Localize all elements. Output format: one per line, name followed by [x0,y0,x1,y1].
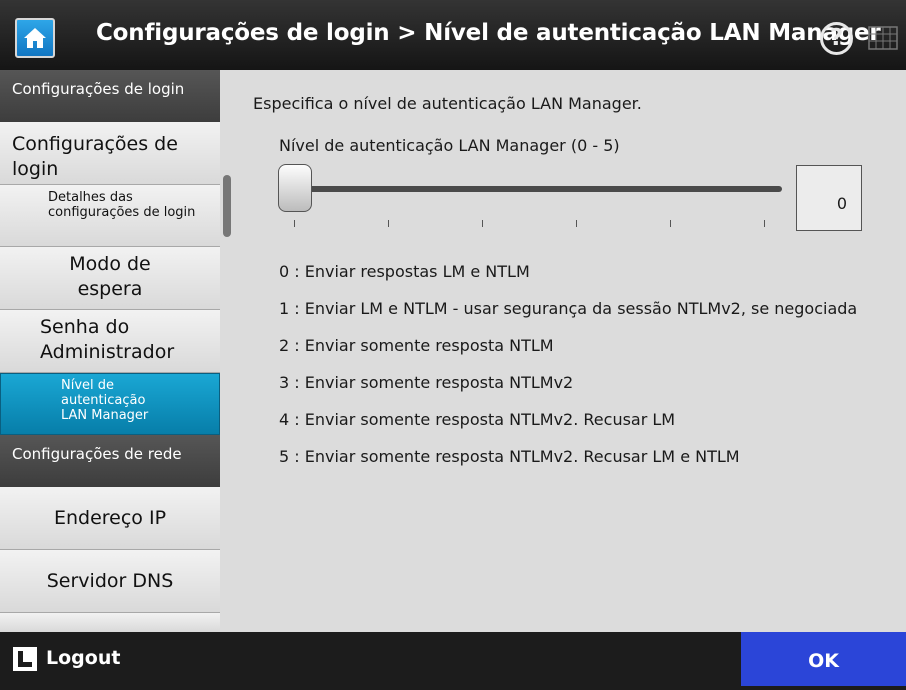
sidebar: Configurações de login Configurações de … [0,70,236,632]
home-icon [24,28,46,48]
sidebar-category-login: Configurações de login [0,70,220,122]
slider-tick [388,220,389,227]
sidebar-item-label: Senha do Administrador [40,316,175,363]
slider-tick [764,220,765,227]
slider-tick [576,220,577,227]
help-icon: ? [829,25,844,51]
main-panel: Especifica o nível de autenticação LAN M… [236,70,906,632]
sidebar-item-label: Nível de autenticação LAN Manager [61,378,149,423]
sidebar-item-label: Endereço IP [53,507,167,529]
sidebar-item-label: Servidor DNS [46,570,174,592]
sidebar-item-next[interactable] [0,613,220,632]
sidebar-item-lan-manager[interactable]: Nível de autenticação LAN Manager [0,373,220,435]
sidebar-category-label: Configurações de rede [12,445,182,463]
sidebar-category-label: Configurações de login [12,80,185,98]
sidebar-item-ip-address[interactable]: Endereço IP [0,487,220,550]
level-list: 0 : Enviar respostas LM e NTLM 1 : Envia… [279,260,879,482]
sidebar-item-admin-password[interactable]: Senha do Administrador [0,310,220,373]
level-0-text: 0 : Enviar respostas LM e NTLM [279,262,530,281]
sidebar-scrollbar[interactable] [223,175,231,237]
sidebar-item-standby-mode[interactable]: Modo de espera [0,247,220,310]
help-button[interactable]: ? [820,22,853,55]
page-title: Configurações de login > Nível de autent… [96,20,881,46]
home-button[interactable] [15,18,55,58]
sidebar-item-label: Configurações de login [12,133,178,180]
footer-bar: Logout OK [0,632,906,686]
slider-track[interactable] [290,186,782,192]
level-4-text: 4 : Enviar somente resposta NTLMv2. Recu… [279,410,676,429]
sidebar-item-label: Modo de espera [69,253,151,300]
ok-button[interactable]: OK [741,632,906,686]
slider-thumb[interactable] [278,164,312,212]
slider-value-box: 0 [796,165,862,231]
sidebar-item-label: Detalhes das configurações de login [48,190,196,220]
logout-icon [13,647,37,671]
logout-label: Logout [46,647,121,669]
sidebar-category-network: Configurações de rede [0,435,220,487]
slider-tick [482,220,483,227]
level-2-text: 2 : Enviar somente resposta NTLM [279,336,554,355]
keyboard-icon[interactable] [868,26,898,50]
sidebar-item-login-settings[interactable]: Configurações de login [0,122,220,185]
level-1-text: 1 : Enviar LM e NTLM - usar segurança da… [279,299,858,318]
sidebar-item-login-details[interactable]: Detalhes das configurações de login [0,185,220,247]
slider-label: Nível de autenticação LAN Manager (0 - 5… [279,136,620,155]
description-text: Especifica o nível de autenticação LAN M… [253,94,642,113]
header-bar: Configurações de login > Nível de autent… [0,0,906,70]
level-3-text: 3 : Enviar somente resposta NTLMv2 [279,373,574,392]
slider-tick [294,220,295,227]
level-5-text: 5 : Enviar somente resposta NTLMv2. Recu… [279,447,740,466]
slider-tick [670,220,671,227]
sidebar-item-dns-server[interactable]: Servidor DNS [0,550,220,613]
